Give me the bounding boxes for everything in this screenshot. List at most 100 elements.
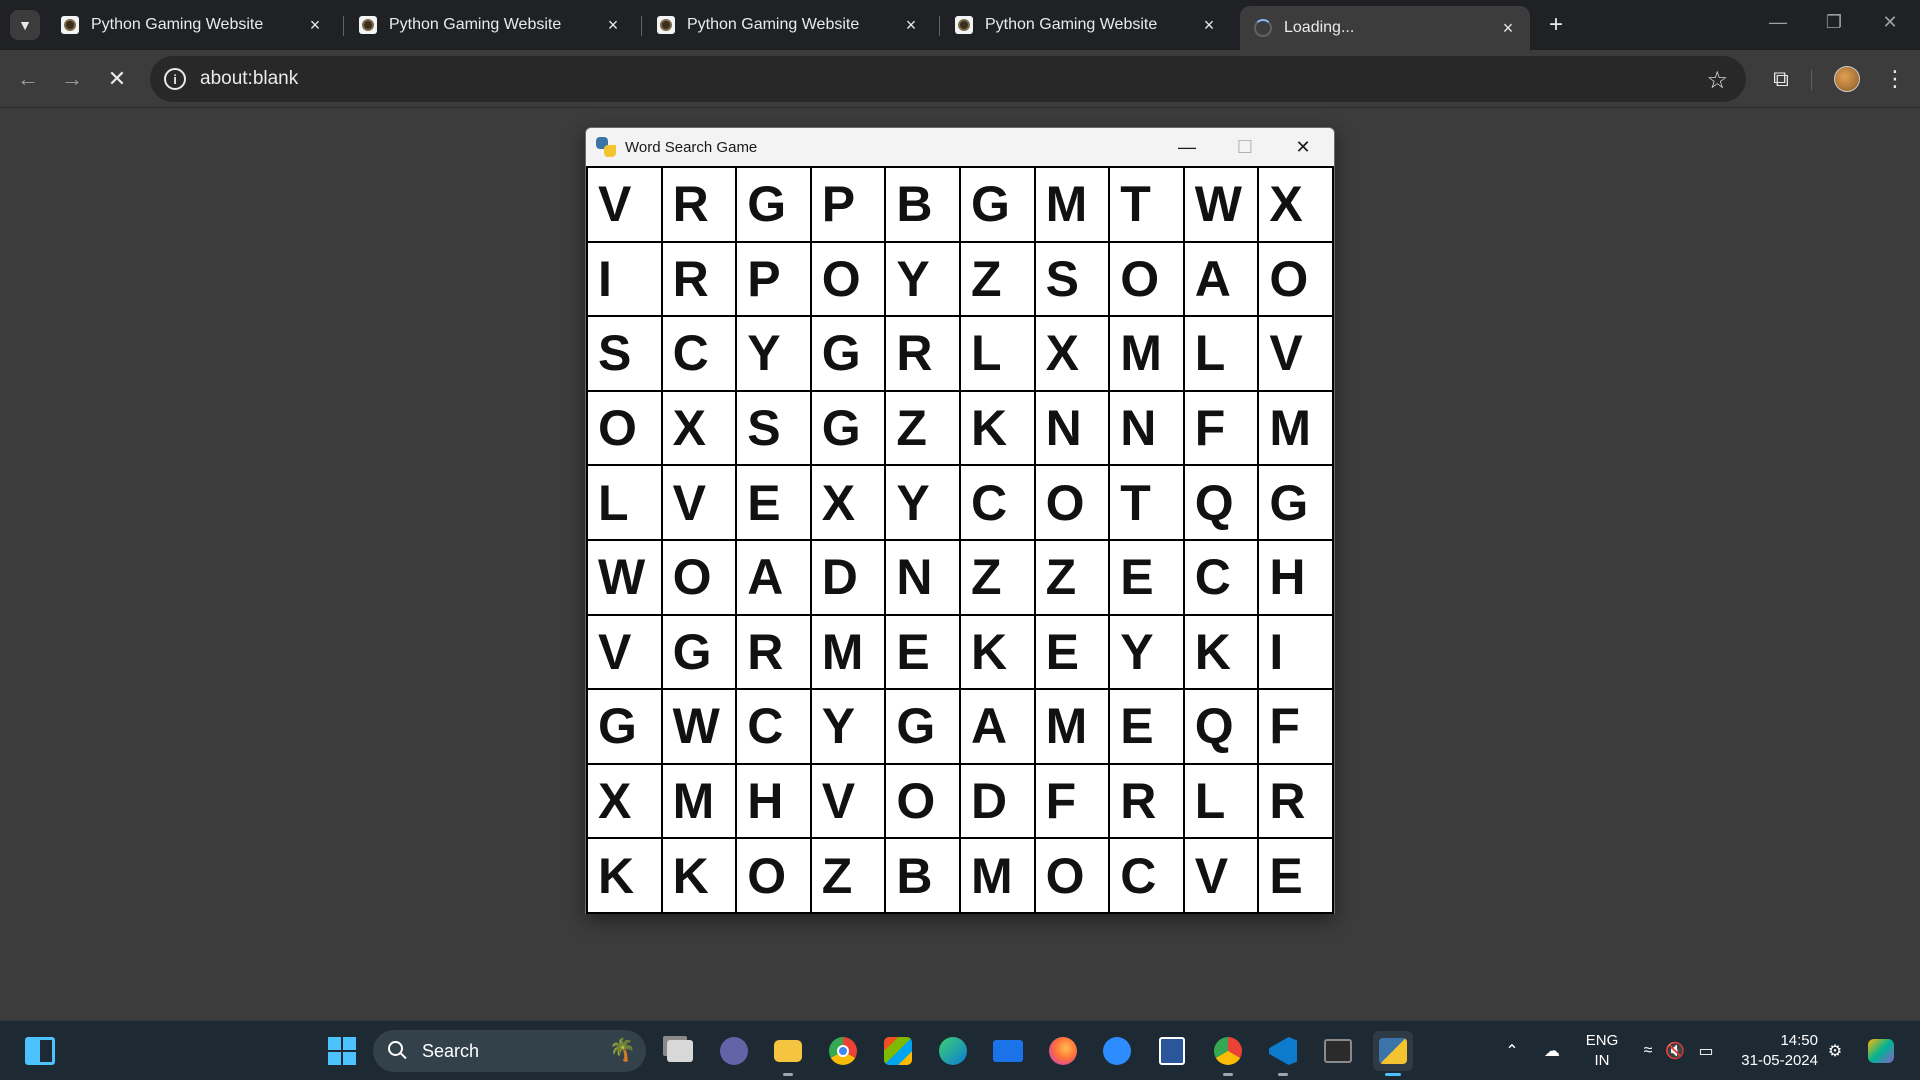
grid-cell[interactable]: K [588,839,661,912]
grid-cell[interactable]: C [737,690,810,763]
grid-cell[interactable]: L [588,466,661,539]
window-restore-button[interactable]: ❐ [1806,0,1862,44]
grid-cell[interactable]: C [960,466,1034,539]
grid-cell[interactable]: S [1035,242,1109,316]
grid-cell[interactable]: B [886,839,959,912]
grid-cell[interactable]: V [1259,317,1332,390]
grid-cell[interactable]: G [886,690,959,763]
grid-cell[interactable]: O [737,839,810,912]
grid-cell[interactable]: O [1035,466,1109,539]
grid-cell[interactable]: X [1259,168,1332,241]
grid-cell[interactable]: G [1259,466,1332,539]
grid-cell[interactable]: F [1184,391,1258,465]
grid-cell[interactable]: O [588,391,661,465]
address-bar[interactable]: i about:blank ☆ [150,56,1746,102]
grid-cell[interactable]: K [662,839,736,912]
wifi-button[interactable]: ≈ [1636,1039,1660,1063]
mail-button[interactable] [988,1031,1028,1071]
python-app-button[interactable] [1373,1031,1413,1076]
tab-close-icon[interactable]: × [901,15,921,35]
grid-cell[interactable]: Y [737,317,810,390]
grid-cell[interactable]: A [737,540,810,614]
start-button[interactable] [322,1031,362,1071]
grid-cell[interactable]: O [1110,242,1183,316]
grid-cell[interactable]: G [811,317,885,390]
browser-menu-button[interactable]: ⋮ [1879,63,1911,95]
grid-cell[interactable]: Q [1184,690,1258,763]
grid-cell[interactable]: L [960,317,1034,390]
grid-cell[interactable]: G [737,168,810,241]
grid-cell[interactable]: X [662,391,736,465]
grid-cell[interactable]: G [662,615,736,689]
chrome-button[interactable] [823,1031,863,1071]
tab-4[interactable]: Python Gaming Website × [941,8,1231,42]
grid-cell[interactable]: Z [1035,540,1109,614]
grid-cell[interactable]: V [588,615,661,689]
vscode-button[interactable] [1263,1031,1303,1076]
grid-cell[interactable]: G [811,391,885,465]
grid-cell[interactable]: F [1035,764,1109,838]
profile-button[interactable] [1831,63,1863,95]
grid-cell[interactable]: Y [811,690,885,763]
grid-cell[interactable]: I [1259,615,1332,689]
game-maximize-button[interactable]: ☐ [1216,128,1274,166]
grid-cell[interactable]: M [1259,391,1332,465]
tab-5-active[interactable]: Loading... × [1240,6,1530,50]
grid-cell[interactable]: Z [960,242,1034,316]
grid-cell[interactable]: F [1259,690,1332,763]
grid-cell[interactable]: E [737,466,810,539]
grid-cell[interactable]: O [1259,242,1332,316]
extensions-button[interactable]: ⧉ [1765,63,1797,95]
grid-cell[interactable]: H [737,764,810,838]
grid-cell[interactable]: E [1259,839,1332,912]
edge-button[interactable] [933,1031,973,1071]
grid-cell[interactable]: K [960,615,1034,689]
grid-cell[interactable]: B [886,168,959,241]
onedrive-button[interactable]: ☁ [1540,1039,1564,1063]
grid-cell[interactable]: R [886,317,959,390]
tab-search-button[interactable]: ▼ [10,10,40,40]
grid-cell[interactable]: V [811,764,885,838]
tab-3[interactable]: Python Gaming Website × [643,8,933,42]
grid-cell[interactable]: W [1184,168,1258,241]
grid-cell[interactable]: S [737,391,810,465]
grid-cell[interactable]: E [1110,690,1183,763]
forward-button[interactable]: → [56,63,88,95]
teams-chat-button[interactable] [714,1031,754,1071]
grid-cell[interactable]: Y [886,466,959,539]
grid-cell[interactable]: O [662,540,736,614]
tab-close-icon[interactable]: × [603,15,623,35]
grid-cell[interactable]: T [1110,168,1183,241]
grid-cell[interactable]: M [960,839,1034,912]
grid-cell[interactable]: N [1035,391,1109,465]
grid-cell[interactable]: E [886,615,959,689]
bookmark-star-icon[interactable]: ☆ [1706,66,1728,95]
terminal-button[interactable] [1318,1031,1358,1071]
grid-cell[interactable]: T [1110,466,1183,539]
grid-cell[interactable]: N [886,540,959,614]
grid-cell[interactable]: P [737,242,810,316]
grid-cell[interactable]: I [588,242,661,316]
battery-button[interactable]: ▭ [1694,1039,1718,1063]
grid-cell[interactable]: Y [1110,615,1183,689]
grid-cell[interactable]: R [662,242,736,316]
grid-cell[interactable]: E [1035,615,1109,689]
window-titlebar[interactable]: Word Search Game — ☐ ✕ [586,128,1334,166]
microsoft-store-button[interactable] [878,1031,918,1071]
grid-cell[interactable]: Z [960,540,1034,614]
notifications-button[interactable]: ⚙ [1823,1039,1847,1063]
grid-cell[interactable]: L [1184,764,1258,838]
grid-cell[interactable]: S [588,317,661,390]
grid-cell[interactable]: P [811,168,885,241]
grid-cell[interactable]: M [1110,317,1183,390]
grid-cell[interactable]: M [811,615,885,689]
grid-cell[interactable]: V [588,168,661,241]
copilot-button[interactable] [1866,1039,1896,1063]
grid-cell[interactable]: K [1184,615,1258,689]
zoom-button[interactable] [1097,1031,1137,1071]
stop-loading-button[interactable]: ✕ [101,63,133,95]
game-close-button[interactable]: ✕ [1274,128,1332,166]
firefox-button[interactable] [1043,1031,1083,1071]
volume-button[interactable]: 🔇 [1663,1039,1687,1063]
grid-cell[interactable]: O [1035,839,1109,912]
